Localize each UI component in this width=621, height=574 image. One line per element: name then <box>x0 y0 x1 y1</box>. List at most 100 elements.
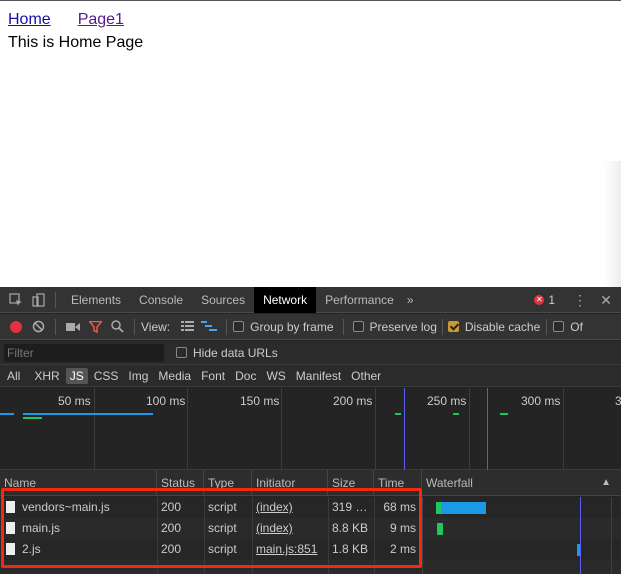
checkbox-box <box>352 321 364 332</box>
timeline-tick-label: 3 <box>615 394 621 408</box>
file-icon <box>6 543 15 555</box>
preserve-log-label: Preserve log <box>369 319 437 334</box>
overview-bar <box>395 413 401 415</box>
type-manifest[interactable]: Manifest <box>292 368 345 384</box>
request-initiator-link[interactable]: main.js:851 <box>252 539 328 560</box>
record-icon <box>10 320 22 333</box>
column-status[interactable]: Status <box>157 470 204 496</box>
column-name[interactable]: Name <box>0 470 157 496</box>
tab-sources[interactable]: Sources <box>192 287 254 313</box>
search-icon[interactable] <box>106 316 128 338</box>
column-divider <box>157 497 158 574</box>
checkbox-box <box>553 321 565 332</box>
checkbox-box <box>233 321 245 332</box>
inspect-element-icon[interactable] <box>5 289 27 311</box>
checkbox-checked-box <box>447 321 459 332</box>
capture-screenshots-icon[interactable] <box>62 316 84 338</box>
type-xhr[interactable]: XHR <box>30 368 63 384</box>
request-time: 9 ms <box>389 521 416 535</box>
resource-type-bar: All XHR JS CSS Img Media Font Doc WS Man… <box>0 365 621 387</box>
column-waterfall[interactable]: Waterfall ▲ <box>422 470 621 496</box>
waterfall-bar-download <box>441 502 486 514</box>
column-size[interactable]: Size <box>328 470 374 496</box>
tab-console[interactable]: Console <box>130 287 192 313</box>
view-label: View: <box>141 319 171 334</box>
toolbar-separator <box>134 318 135 335</box>
type-doc[interactable]: Doc <box>231 368 260 384</box>
domcontentloaded-marker <box>404 388 405 470</box>
page-nav: Home Page1 <box>8 11 151 29</box>
preserve-log-checkbox[interactable]: Preserve log <box>352 319 437 334</box>
offline-checkbox[interactable]: Of <box>553 320 583 334</box>
request-row[interactable]: 2.js 200 script main.js:851 1.8 KB 2 ms <box>0 539 621 560</box>
clear-icon[interactable] <box>27 316 49 338</box>
toolbar-separator <box>441 318 443 335</box>
timeline-tick-label: 150 ms <box>240 394 280 408</box>
timeline-tick-label: 300 ms <box>521 394 561 408</box>
devtools-panel: Elements Console Sources Network Perform… <box>0 287 621 574</box>
request-row[interactable]: main.js 200 script (index) 8.8 KB 9 ms <box>0 518 621 539</box>
timeline-gridline <box>563 388 564 470</box>
network-overview-timeline[interactable]: 50 ms 100 ms 150 ms 200 ms 250 ms 300 ms… <box>0 388 621 470</box>
page-content-text: This is Home Page <box>8 34 144 51</box>
request-name-cell: vendors~main.js <box>0 497 157 518</box>
request-size: 8.8 KB <box>332 521 369 535</box>
type-ws[interactable]: WS <box>262 368 289 384</box>
nav-link-home[interactable]: Home <box>8 11 51 28</box>
tab-elements[interactable]: Elements <box>62 287 130 313</box>
close-devtools-icon[interactable]: ✕ <box>595 289 617 311</box>
type-media[interactable]: Media <box>154 368 195 384</box>
tab-performance[interactable]: Performance <box>316 287 403 313</box>
request-time: 68 ms <box>383 500 416 514</box>
column-waterfall-label: Waterfall <box>426 476 473 490</box>
column-divider <box>422 497 423 574</box>
error-counter[interactable]: ✕ 1 <box>534 293 555 307</box>
column-initiator[interactable]: Initiator <box>252 470 328 496</box>
tab-network[interactable]: Network <box>254 287 317 313</box>
type-img[interactable]: Img <box>124 368 152 384</box>
page-edge-shadow <box>603 161 621 288</box>
record-button[interactable] <box>5 316 27 338</box>
filter-icon[interactable] <box>84 316 106 338</box>
request-name: 2.js <box>22 542 41 556</box>
disable-cache-checkbox[interactable]: Disable cache <box>447 319 541 334</box>
type-all[interactable]: All <box>3 368 24 384</box>
device-toolbar-icon[interactable] <box>27 289 49 311</box>
request-initiator-link[interactable]: (index) <box>252 518 328 539</box>
toolbar-separator <box>55 318 56 335</box>
overview-bar <box>453 413 459 415</box>
overview-bar <box>23 413 153 415</box>
nav-link-page1[interactable]: Page1 <box>78 11 124 28</box>
timeline-gridline <box>281 388 282 470</box>
waterfall-overview-icon[interactable] <box>198 316 220 338</box>
column-divider <box>328 497 329 574</box>
column-time[interactable]: Time <box>374 470 422 496</box>
disable-cache-label: Disable cache <box>464 319 541 334</box>
request-status: 200 <box>161 521 182 535</box>
request-size: 319 … <box>332 500 368 514</box>
type-js[interactable]: JS <box>65 367 88 384</box>
filter-input[interactable] <box>4 343 164 362</box>
type-font[interactable]: Font <box>197 368 229 384</box>
kebab-menu-icon[interactable]: ⋮ <box>569 289 591 311</box>
error-count: 1 <box>548 293 555 307</box>
column-type[interactable]: Type <box>204 470 252 496</box>
filter-bar: Hide data URLs <box>0 341 621 365</box>
type-css[interactable]: CSS <box>90 368 123 384</box>
more-tabs-icon[interactable]: » <box>403 287 418 313</box>
request-row[interactable]: vendors~main.js 200 script (index) 319 …… <box>0 497 621 518</box>
large-rows-icon[interactable] <box>176 316 198 338</box>
sort-ascending-icon: ▲ <box>601 477 611 488</box>
hide-data-urls-checkbox[interactable]: Hide data URLs <box>176 346 278 360</box>
overview-bar <box>500 413 508 415</box>
request-initiator-link[interactable]: (index) <box>252 497 328 518</box>
type-other[interactable]: Other <box>347 368 385 384</box>
requests-table-header: Name Status Type Initiator Size Time Wat… <box>0 470 621 496</box>
request-type: script <box>208 521 237 535</box>
request-name-cell: 2.js <box>0 539 157 560</box>
request-time: 2 ms <box>389 542 416 556</box>
group-by-frame-checkbox[interactable]: Group by frame <box>233 320 334 334</box>
waterfall-domcontentloaded-line <box>580 497 581 574</box>
timeline-gridline <box>187 388 188 470</box>
empty-row <box>0 560 621 574</box>
